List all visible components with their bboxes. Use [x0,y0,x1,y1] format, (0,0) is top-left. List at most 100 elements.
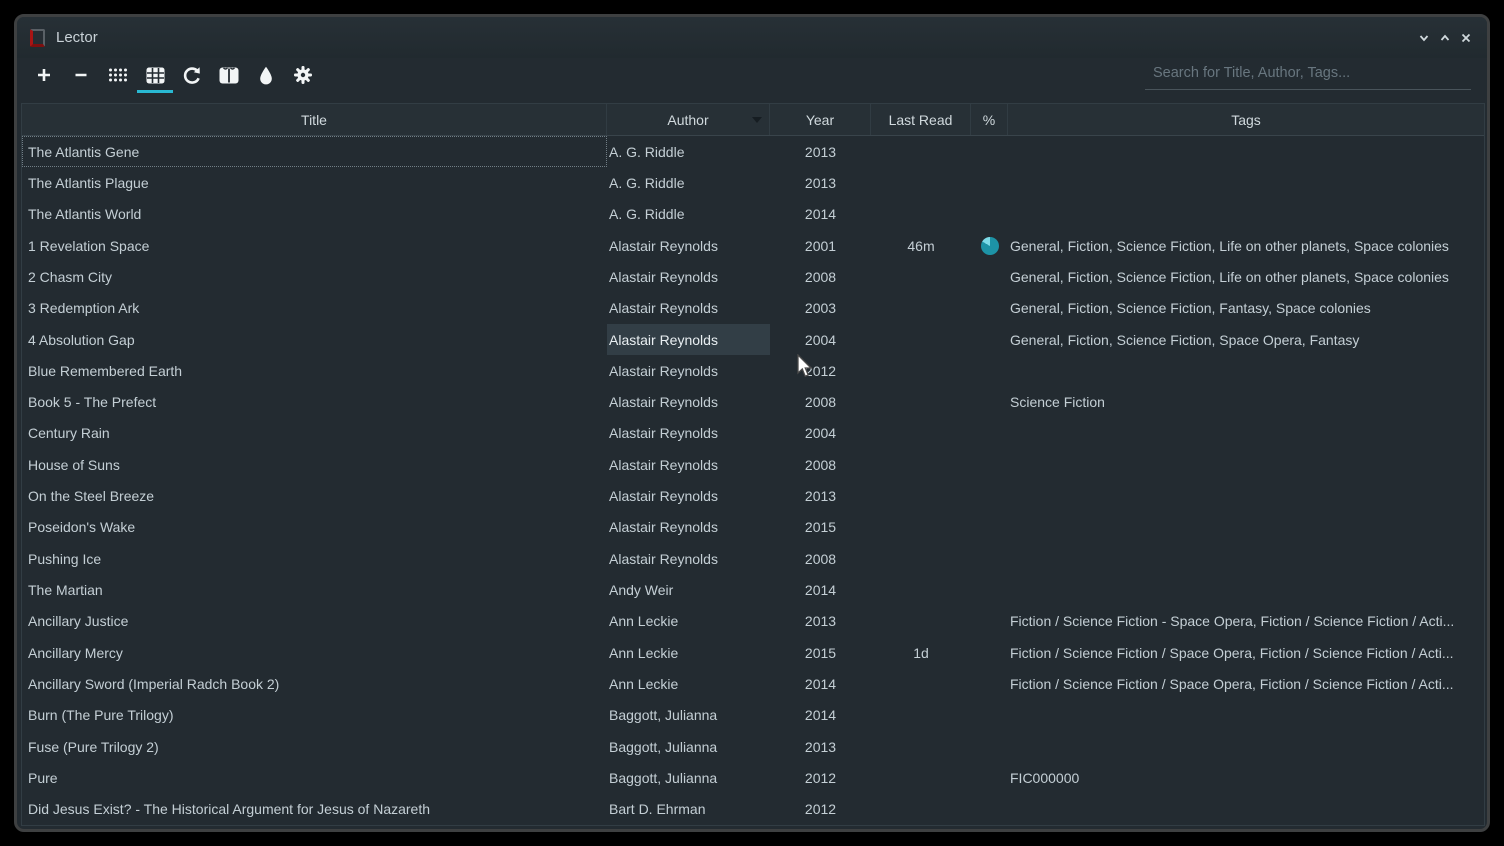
cell-tags[interactable] [1008,731,1484,762]
cell-tags[interactable] [1008,418,1484,449]
table-row[interactable]: Pushing IceAlastair Reynolds2008 [22,543,1484,574]
cell-tags[interactable]: Fiction / Science Fiction / Space Opera,… [1008,637,1484,668]
cell-year[interactable]: 2014 [770,700,871,731]
cell-title[interactable]: 4 Absolution Gap [22,324,607,355]
cell-last[interactable] [871,261,971,292]
cell-author[interactable]: Alastair Reynolds [607,387,770,418]
cell-author[interactable]: Ann Leckie [607,606,770,637]
cell-tags[interactable]: FIC000000 [1008,762,1484,793]
cell-title[interactable]: Ancillary Mercy [22,637,607,668]
cell-pct[interactable] [971,136,1008,167]
column-header-tags[interactable]: Tags [1008,104,1484,135]
cell-last[interactable] [871,512,971,543]
cell-last[interactable] [871,293,971,324]
cell-pct[interactable] [971,324,1008,355]
table-row[interactable]: 2 Chasm CityAlastair Reynolds2008 General… [22,261,1484,292]
cell-tags[interactable]: Fiction / Science Fiction - Space Opera,… [1008,606,1484,637]
delete-book-button[interactable] [68,62,94,88]
cell-tags[interactable] [1008,700,1484,731]
cell-year[interactable]: 2014 [770,668,871,699]
table-row[interactable]: Ancillary Sword (Imperial Radch Book 2)A… [22,668,1484,699]
cell-year[interactable]: 2008 [770,449,871,480]
cell-title[interactable]: The Atlantis World [22,199,607,230]
library-button[interactable] [216,62,242,88]
table-row[interactable]: 1 Revelation SpaceAlastair Reynolds20014… [22,230,1484,261]
cell-pct[interactable] [971,512,1008,543]
cell-pct[interactable] [971,543,1008,574]
cell-year[interactable]: 2008 [770,387,871,418]
cell-author[interactable]: Alastair Reynolds [607,261,770,292]
cell-tags[interactable] [1008,449,1484,480]
cell-title[interactable]: Pure [22,762,607,793]
cell-pct[interactable] [971,731,1008,762]
cell-author[interactable]: Alastair Reynolds [607,543,770,574]
table-row[interactable]: Fuse (Pure Trilogy 2)Baggott, Julianna20… [22,731,1484,762]
cell-year[interactable]: 2012 [770,355,871,386]
cell-pct[interactable] [971,480,1008,511]
cell-title[interactable]: Century Rain [22,418,607,449]
cell-year[interactable]: 2004 [770,324,871,355]
table-row[interactable]: The Atlantis GeneA. G. Riddle2013 [22,136,1484,167]
cell-tags[interactable] [1008,199,1484,230]
cell-last[interactable]: 46m [871,230,971,261]
cell-author[interactable]: Baggott, Julianna [607,700,770,731]
cell-author[interactable]: Alastair Reynolds [607,324,770,355]
cell-year[interactable]: 2012 [770,762,871,793]
cell-tags[interactable]: General, Fiction, Science Fiction, Space… [1008,324,1484,355]
cell-pct[interactable] [971,606,1008,637]
table-row[interactable]: Ancillary JusticeAnn Leckie2013Fiction /… [22,606,1484,637]
cell-year[interactable]: 2014 [770,574,871,605]
cell-year[interactable]: 2012 [770,794,871,825]
cell-title[interactable]: 2 Chasm City [22,261,607,292]
cell-author[interactable]: Alastair Reynolds [607,512,770,543]
cell-author[interactable]: Alastair Reynolds [607,355,770,386]
cell-author[interactable]: Ann Leckie [607,668,770,699]
cell-tags[interactable] [1008,480,1484,511]
cell-year[interactable]: 2008 [770,261,871,292]
cell-pct[interactable] [971,199,1008,230]
cell-last[interactable] [871,668,971,699]
cell-tags[interactable]: Fiction / Science Fiction / Space Opera,… [1008,668,1484,699]
cell-tags[interactable] [1008,167,1484,198]
cell-title[interactable]: The Martian [22,574,607,605]
cell-title[interactable]: Did Jesus Exist? - The Historical Argume… [22,794,607,825]
cell-tags[interactable]: Science Fiction [1008,387,1484,418]
cell-author[interactable]: Ann Leckie [607,637,770,668]
reload-library-button[interactable] [179,62,205,88]
cell-title[interactable]: 3 Redemption Ark [22,293,607,324]
cell-title[interactable]: House of Suns [22,449,607,480]
cell-title[interactable]: Ancillary Sword (Imperial Radch Book 2) [22,668,607,699]
cell-last[interactable] [871,418,971,449]
cell-year[interactable]: 2013 [770,480,871,511]
cell-year[interactable]: 2001 [770,230,871,261]
column-header-title[interactable]: Title [22,104,607,135]
cell-pct[interactable] [971,449,1008,480]
table-row[interactable]: The MartianAndy Weir2014 [22,574,1484,605]
cell-last[interactable] [871,324,971,355]
cell-author[interactable]: A. G. Riddle [607,167,770,198]
cell-tags[interactable]: General, Fiction, Science Fiction, Life … [1008,261,1484,292]
table-row[interactable]: Ancillary MercyAnn Leckie20151dFiction /… [22,637,1484,668]
table-row[interactable]: House of SunsAlastair Reynolds2008 [22,449,1484,480]
cell-pct[interactable] [971,637,1008,668]
column-header-author[interactable]: Author [607,104,770,135]
cell-year[interactable]: 2015 [770,637,871,668]
cell-author[interactable]: Alastair Reynolds [607,230,770,261]
cell-last[interactable] [871,167,971,198]
cell-pct[interactable] [971,230,1008,261]
cell-author[interactable]: A. G. Riddle [607,136,770,167]
cell-year[interactable]: 2013 [770,731,871,762]
cell-last[interactable] [871,700,971,731]
minimize-button[interactable] [1416,30,1432,46]
cell-last[interactable] [871,449,971,480]
cell-author[interactable]: Andy Weir [607,574,770,605]
table-row[interactable]: The Atlantis PlagueA. G. Riddle2013 [22,167,1484,198]
close-button[interactable] [1458,30,1474,46]
table-row[interactable]: Did Jesus Exist? - The Historical Argume… [22,794,1484,825]
cell-title[interactable]: The Atlantis Gene [22,136,607,167]
table-row[interactable]: PureBaggott, Julianna2012FIC000000 [22,762,1484,793]
cell-last[interactable] [871,543,971,574]
cell-tags[interactable] [1008,794,1484,825]
cell-year[interactable]: 2015 [770,512,871,543]
cell-title[interactable]: On the Steel Breeze [22,480,607,511]
